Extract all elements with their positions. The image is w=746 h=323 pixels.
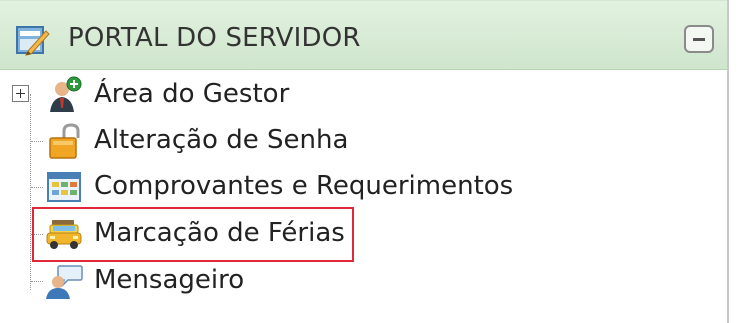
tree-item-alteracao-de-senha[interactable]: Alteração de Senha: [0, 118, 700, 164]
tree-item-area-do-gestor[interactable]: Área do Gestor: [0, 72, 700, 118]
portal-panel: PORTAL DO SERVIDOR Área do Gestor Altera…: [0, 0, 729, 323]
padlock-icon: [49, 123, 80, 159]
tree-item-label: Área do Gestor: [94, 79, 290, 109]
manager-person-icon: [50, 76, 82, 112]
highlight-box: [32, 207, 354, 262]
tree-item-mensageiro[interactable]: Mensageiro: [0, 258, 700, 304]
messenger-person-icon: [46, 265, 83, 299]
portal-edit-icon: [16, 26, 50, 56]
tree-item-label: Mensageiro: [94, 265, 245, 295]
tree-item-label: Alteração de Senha: [94, 125, 349, 155]
tree-item-comprovantes-e-requerimentos[interactable]: Comprovantes e Requerimentos: [0, 164, 700, 210]
collapse-button[interactable]: [684, 25, 714, 53]
tree-item-label: Comprovantes e Requerimentos: [94, 171, 514, 201]
panel-title: PORTAL DO SERVIDOR: [68, 23, 361, 53]
panel-header[interactable]: PORTAL DO SERVIDOR: [0, 0, 727, 70]
table-grid-icon: [47, 172, 81, 202]
